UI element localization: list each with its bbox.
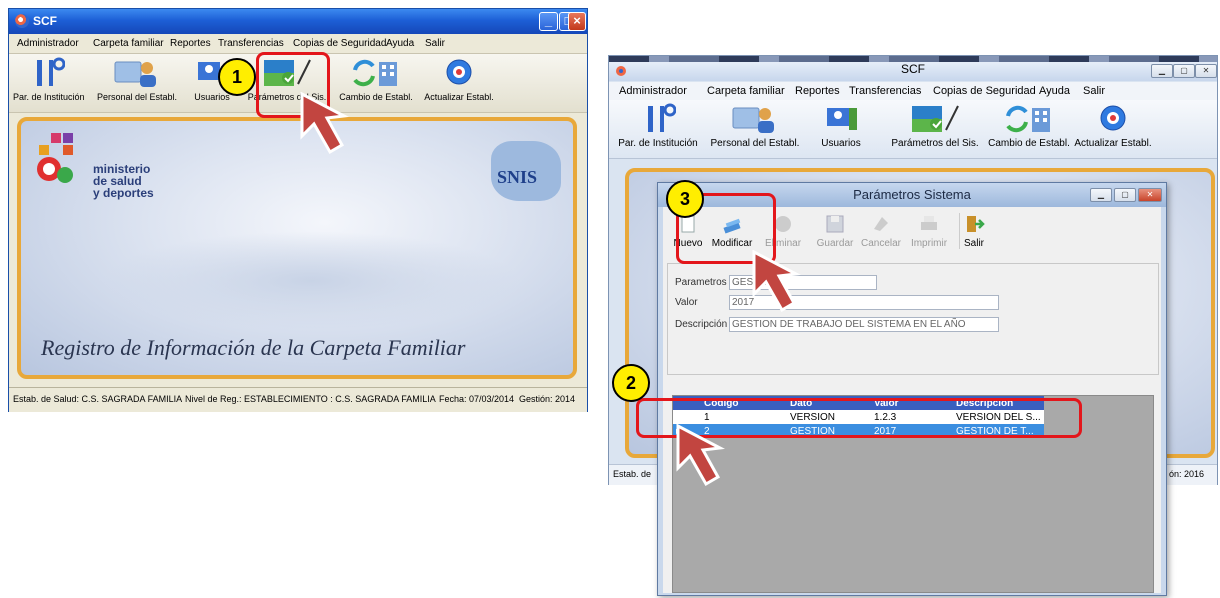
- valor-label: Valor: [675, 297, 698, 308]
- parametros-label: Parametros: [675, 277, 727, 288]
- dialog-title: Parámetros Sistema: [853, 187, 971, 202]
- menu-administrador[interactable]: Administrador: [17, 38, 79, 49]
- pointer-arrow-icon: [752, 250, 801, 313]
- menu-carpeta-familiar[interactable]: Carpeta familiar: [93, 38, 164, 49]
- title-bar[interactable]: SCF _ □ ×: [9, 9, 587, 34]
- tool-par-institucion[interactable]: Par. de Institución: [13, 56, 85, 102]
- swap-building-icon: [351, 56, 401, 88]
- menu-transferencias[interactable]: Transferencias: [218, 38, 284, 49]
- tool-usuarios[interactable]: Usuarios: [813, 102, 869, 149]
- tools-icon: [640, 102, 677, 134]
- menu-ayuda[interactable]: Ayuda: [1039, 85, 1070, 97]
- descripcion-label: Descripción: [675, 319, 728, 330]
- pointer-arrow-icon: [300, 92, 349, 155]
- personnel-icon: [113, 56, 161, 88]
- tool-par-institucion[interactable]: Par. de Institución: [613, 102, 703, 149]
- maximize-button[interactable]: ▢: [1173, 64, 1195, 78]
- parameters-icon: [910, 102, 960, 134]
- save-icon: [824, 213, 846, 235]
- minimize-button[interactable]: ▁: [1151, 64, 1173, 78]
- menu-salir[interactable]: Salir: [425, 38, 445, 49]
- tool-parametros[interactable]: Parámetros del Sis.: [885, 102, 985, 149]
- cancelar-button[interactable]: Cancelar: [859, 213, 903, 249]
- swap-building-icon: [1004, 102, 1054, 134]
- print-icon: [918, 213, 940, 235]
- menu-bar: Administrador Carpeta familiar Reportes …: [609, 82, 1217, 100]
- update-icon: [441, 56, 477, 88]
- ministerio-logo-text: ministerio de salud y deportes: [93, 162, 154, 200]
- tool-cambio-establ[interactable]: Cambio de Establ.: [987, 102, 1071, 149]
- welcome-banner: ministerio de salud y deportes SNIS Regi…: [17, 117, 577, 379]
- status-bar: Estab. de Salud: C.S. SAGRADA FAMILIA Ni…: [9, 387, 587, 412]
- tool-actualizar[interactable]: Actualizar Establ.: [423, 56, 495, 102]
- window-title: SCF: [901, 62, 925, 76]
- imprimir-button[interactable]: Imprimir: [907, 213, 951, 249]
- tool-actualizar[interactable]: Actualizar Establ.: [1073, 102, 1153, 149]
- status-fecha: Fecha: 07/03/2014: [439, 394, 515, 404]
- tools-icon: [29, 56, 66, 88]
- menu-copias-seguridad[interactable]: Copias de Seguridad: [933, 85, 1036, 97]
- status-gestion: Gestión: 2014: [519, 394, 576, 404]
- banner-caption: Registro de Información de la Carpeta Fa…: [41, 335, 466, 360]
- dialog-minimize-button[interactable]: ▁: [1090, 188, 1112, 202]
- app-icon: [616, 66, 626, 76]
- minimize-button[interactable]: _: [539, 12, 558, 31]
- title-bar[interactable]: SCF ▁ ▢ ✕: [609, 62, 1217, 81]
- pointer-arrow-icon: [676, 424, 725, 487]
- background-photo: [101, 231, 521, 331]
- step-badge-1: 1: [218, 58, 256, 96]
- status-estab: Estab. de Salud: C.S. SAGRADA FAMILIA: [13, 394, 183, 404]
- update-icon: [1095, 102, 1131, 134]
- ministerio-logo-icon: [37, 133, 73, 183]
- step-badge-2: 2: [612, 364, 650, 402]
- exit-icon: [963, 213, 985, 235]
- cancel-icon: [870, 213, 892, 235]
- menu-reportes[interactable]: Reportes: [795, 85, 840, 97]
- app-icon: [15, 14, 29, 28]
- menu-administrador[interactable]: Administrador: [619, 85, 687, 97]
- users-icon: [823, 102, 859, 134]
- step-badge-3: 3: [666, 180, 704, 218]
- tool-personal[interactable]: Personal del Establ.: [95, 56, 179, 102]
- tool-personal[interactable]: Personal del Establ.: [709, 102, 801, 149]
- dialog-maximize-button[interactable]: ▢: [1114, 188, 1136, 202]
- status-gestion: ón: 2016: [1169, 469, 1205, 479]
- menu-carpeta-familiar[interactable]: Carpeta familiar: [707, 85, 785, 97]
- status-nivel: Nivel de Reg.: ESTABLECIMIENTO : C.S. SA…: [185, 394, 436, 404]
- menu-reportes[interactable]: Reportes: [170, 38, 211, 49]
- window-title: SCF: [33, 14, 57, 28]
- dialog-close-button[interactable]: ✕: [1138, 188, 1162, 202]
- salir-button[interactable]: Salir: [959, 213, 988, 249]
- status-estab: Estab. de: [613, 469, 652, 479]
- menu-ayuda[interactable]: Ayuda: [386, 38, 414, 49]
- menu-copias-seguridad[interactable]: Copias de Seguridad: [293, 38, 386, 49]
- close-button[interactable]: ✕: [1195, 64, 1217, 78]
- menu-salir[interactable]: Salir: [1083, 85, 1105, 97]
- toolbar: Par. de Institución Personal del Establ.…: [609, 100, 1217, 159]
- menu-transferencias[interactable]: Transferencias: [849, 85, 921, 97]
- snis-logo: SNIS: [497, 167, 538, 187]
- guardar-button[interactable]: Guardar: [815, 213, 855, 249]
- personnel-icon: [731, 102, 779, 134]
- close-button[interactable]: ×: [568, 12, 586, 31]
